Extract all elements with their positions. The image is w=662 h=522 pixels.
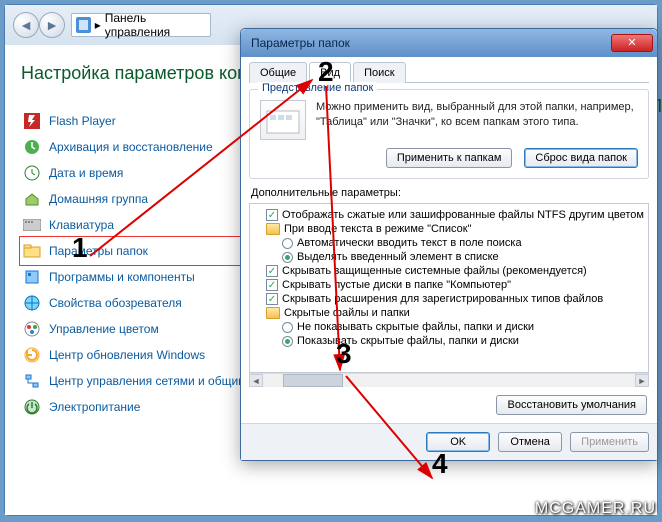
- checkbox-icon[interactable]: ✓: [266, 265, 278, 277]
- scroll-right-button[interactable]: ►: [635, 374, 649, 387]
- ok-button[interactable]: OK: [426, 432, 490, 452]
- reset-folders-button[interactable]: Сброс вида папок: [524, 148, 638, 168]
- backup-icon: [23, 138, 41, 156]
- radio-icon[interactable]: [282, 238, 293, 249]
- close-button[interactable]: ✕: [611, 34, 653, 52]
- folder-icon: [266, 307, 280, 319]
- control-panel-icon: [76, 17, 91, 33]
- tree-item[interactable]: Показывать скрытые файлы, папки и диски: [252, 334, 646, 348]
- checkbox-icon[interactable]: ✓: [266, 293, 278, 305]
- tree-item[interactable]: ✓Отображать сжатые или зашифрованные фай…: [252, 208, 646, 222]
- tab-strip: Общие Вид Поиск: [249, 61, 649, 83]
- power-icon: [23, 398, 41, 416]
- clock-icon: [23, 164, 41, 182]
- tree-item[interactable]: ✓Скрывать пустые диски в папке "Компьюте…: [252, 278, 646, 292]
- tree-item[interactable]: Скрытые файлы и папки: [252, 306, 646, 320]
- folder-icon: [266, 223, 280, 235]
- tab-view[interactable]: Вид: [309, 62, 351, 83]
- folder-view-group: Представление папок Можно применить вид,…: [249, 89, 649, 179]
- breadcrumb[interactable]: ▸ Панель управления: [71, 13, 211, 37]
- forward-button[interactable]: ►: [39, 12, 65, 38]
- color-icon: [23, 320, 41, 338]
- apply-to-folders-button[interactable]: Применить к папкам: [386, 148, 513, 168]
- breadcrumb-label: Панель управления: [105, 11, 206, 39]
- dialog-footer: OK Отмена Применить: [241, 423, 657, 460]
- dialog-body: Общие Вид Поиск Представление папок Можн…: [241, 57, 657, 423]
- restore-defaults-button[interactable]: Восстановить умолчания: [496, 395, 647, 415]
- scroll-thumb[interactable]: [283, 374, 343, 387]
- breadcrumb-sep: ▸: [95, 18, 101, 32]
- folder-view-icon: [260, 100, 306, 140]
- scroll-left-button[interactable]: ◄: [249, 374, 263, 387]
- tab-search[interactable]: Поиск: [353, 62, 405, 83]
- update-icon: [23, 346, 41, 364]
- folder-options-dialog: Параметры папок ✕ Общие Вид Поиск Предст…: [240, 28, 658, 461]
- folder-options-icon: [23, 242, 41, 260]
- apply-button[interactable]: Применить: [570, 432, 649, 452]
- keyboard-icon: [23, 216, 41, 234]
- tree-item[interactable]: ✓Скрывать расширения для зарегистрирован…: [252, 292, 646, 306]
- homegroup-icon: [23, 190, 41, 208]
- tree-item[interactable]: При вводе текста в режиме "Список": [252, 222, 646, 236]
- network-icon: [23, 372, 41, 390]
- advanced-tree[interactable]: ✓Отображать сжатые или зашифрованные фай…: [249, 203, 649, 373]
- tab-general[interactable]: Общие: [249, 62, 307, 83]
- programs-icon: [23, 268, 41, 286]
- radio-icon[interactable]: [282, 322, 293, 333]
- internet-icon: [23, 294, 41, 312]
- horizontal-scrollbar[interactable]: ◄ ►: [249, 373, 649, 387]
- group-title: Представление папок: [258, 82, 377, 94]
- checkbox-icon[interactable]: ✓: [266, 209, 278, 221]
- advanced-label: Дополнительные параметры:: [251, 187, 649, 199]
- flash-icon: [23, 112, 41, 130]
- tree-item[interactable]: Не показывать скрытые файлы, папки и дис…: [252, 320, 646, 334]
- tree-item[interactable]: ✓Скрывать защищенные системные файлы (ре…: [252, 264, 646, 278]
- radio-icon[interactable]: [282, 336, 293, 347]
- radio-icon[interactable]: [282, 252, 293, 263]
- cancel-button[interactable]: Отмена: [498, 432, 562, 452]
- dialog-title: Параметры папок: [251, 36, 350, 50]
- tree-item[interactable]: Выделять введенный элемент в списке: [252, 250, 646, 264]
- checkbox-icon[interactable]: ✓: [266, 279, 278, 291]
- watermark: MCGAMER.RU: [535, 500, 656, 518]
- back-button[interactable]: ◄: [13, 12, 39, 38]
- tree-item[interactable]: Автоматически вводить текст в поле поиск…: [252, 236, 646, 250]
- dialog-titlebar[interactable]: Параметры папок ✕: [241, 29, 657, 57]
- folder-view-desc: Можно применить вид, выбранный для этой …: [316, 100, 638, 140]
